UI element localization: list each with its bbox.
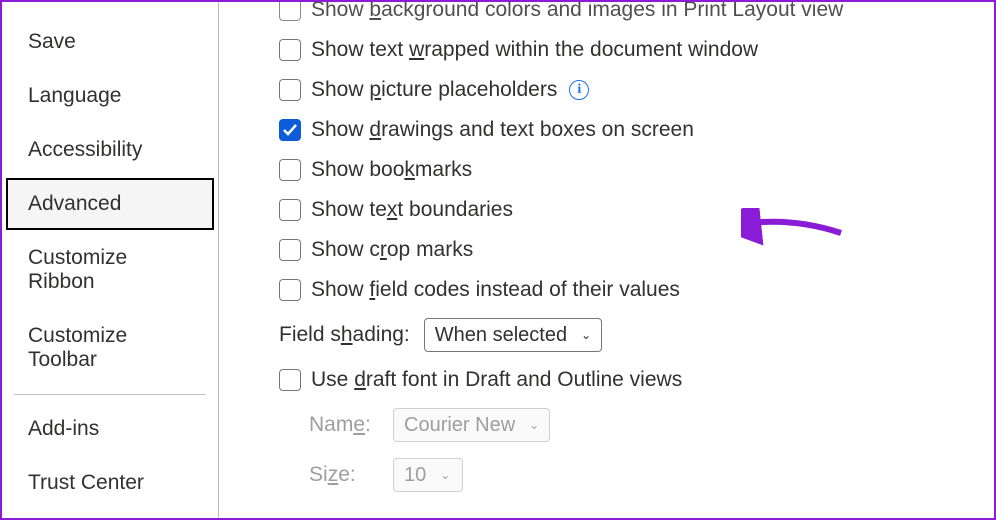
main-panel: Show background colors and images in Pri… [219,2,994,518]
draft-name-label: Name: [309,413,379,437]
sidebar-item-addins[interactable]: Add-ins [6,403,214,455]
chevron-down-icon: ⌄ [581,328,591,342]
options-dialog: Save Language Accessibility Advanced Cus… [0,0,996,520]
checkbox-draft-font[interactable] [279,369,301,391]
sidebar-item-accessibility[interactable]: Accessibility [6,124,214,176]
checkbox-background-colors[interactable] [279,2,301,21]
checkbox-field-codes[interactable] [279,279,301,301]
option-label: Use draft font in Draft and Outline view… [311,368,682,392]
option-row-bookmarks: Show bookmarks [279,150,994,190]
checkbox-text-wrapped[interactable] [279,39,301,61]
sidebar-item-customize-ribbon[interactable]: Customize Ribbon [6,232,214,308]
option-label: Show field codes instead of their values [311,278,680,302]
field-shading-row: Field shading: When selected ⌄ [279,310,994,360]
option-row-drawings: Show drawings and text boxes on screen [279,110,994,150]
checkbox-picture-placeholders[interactable] [279,79,301,101]
draft-name-select: Courier New ⌄ [393,408,550,442]
checkbox-text-boundaries[interactable] [279,199,301,221]
draft-size-row: Size: 10 ⌄ [309,450,994,500]
option-label: Show text wrapped within the document wi… [311,38,758,62]
option-row-crop-marks: Show crop marks [279,230,994,270]
select-value: When selected [435,324,567,347]
sidebar-item-customize-toolbar[interactable]: Customize Toolbar [6,310,214,386]
option-label: Show drawings and text boxes on screen [311,118,694,142]
sidebar-divider [14,394,206,395]
option-label: Show picture placeholders [311,78,557,102]
option-row-background-colors: Show background colors and images in Pri… [279,2,994,30]
checkbox-crop-marks[interactable] [279,239,301,261]
draft-name-row: Name: Courier New ⌄ [309,400,994,450]
select-value: 10 [404,464,426,487]
option-label: Show text boundaries [311,198,513,222]
sidebar-item-language[interactable]: Language [6,70,214,122]
checkbox-bookmarks[interactable] [279,159,301,181]
option-row-text-wrapped: Show text wrapped within the document wi… [279,30,994,70]
field-shading-label: Field shading: [279,323,410,347]
checkbox-drawings[interactable] [279,119,301,141]
chevron-down-icon: ⌄ [440,468,450,482]
draft-size-select: 10 ⌄ [393,458,463,492]
option-label: Show background colors and images in Pri… [311,2,843,22]
option-label: Show crop marks [311,238,473,262]
option-row-picture-placeholders: Show picture placeholders i [279,70,994,110]
sidebar-item-trust-center[interactable]: Trust Center [6,457,214,509]
field-shading-select[interactable]: When selected ⌄ [424,318,602,352]
sidebar-item-save[interactable]: Save [6,16,214,68]
sidebar: Save Language Accessibility Advanced Cus… [2,2,219,518]
chevron-down-icon: ⌄ [529,418,539,432]
option-row-text-boundaries: Show text boundaries [279,190,994,230]
select-value: Courier New [404,414,515,437]
info-icon[interactable]: i [569,80,589,100]
option-row-draft-font: Use draft font in Draft and Outline view… [279,360,994,400]
option-label: Show bookmarks [311,158,472,182]
option-row-field-codes: Show field codes instead of their values [279,270,994,310]
draft-size-label: Size: [309,463,379,487]
sidebar-item-advanced[interactable]: Advanced [6,178,214,230]
draft-font-subgroup: Name: Courier New ⌄ Size: 10 ⌄ [309,400,994,500]
